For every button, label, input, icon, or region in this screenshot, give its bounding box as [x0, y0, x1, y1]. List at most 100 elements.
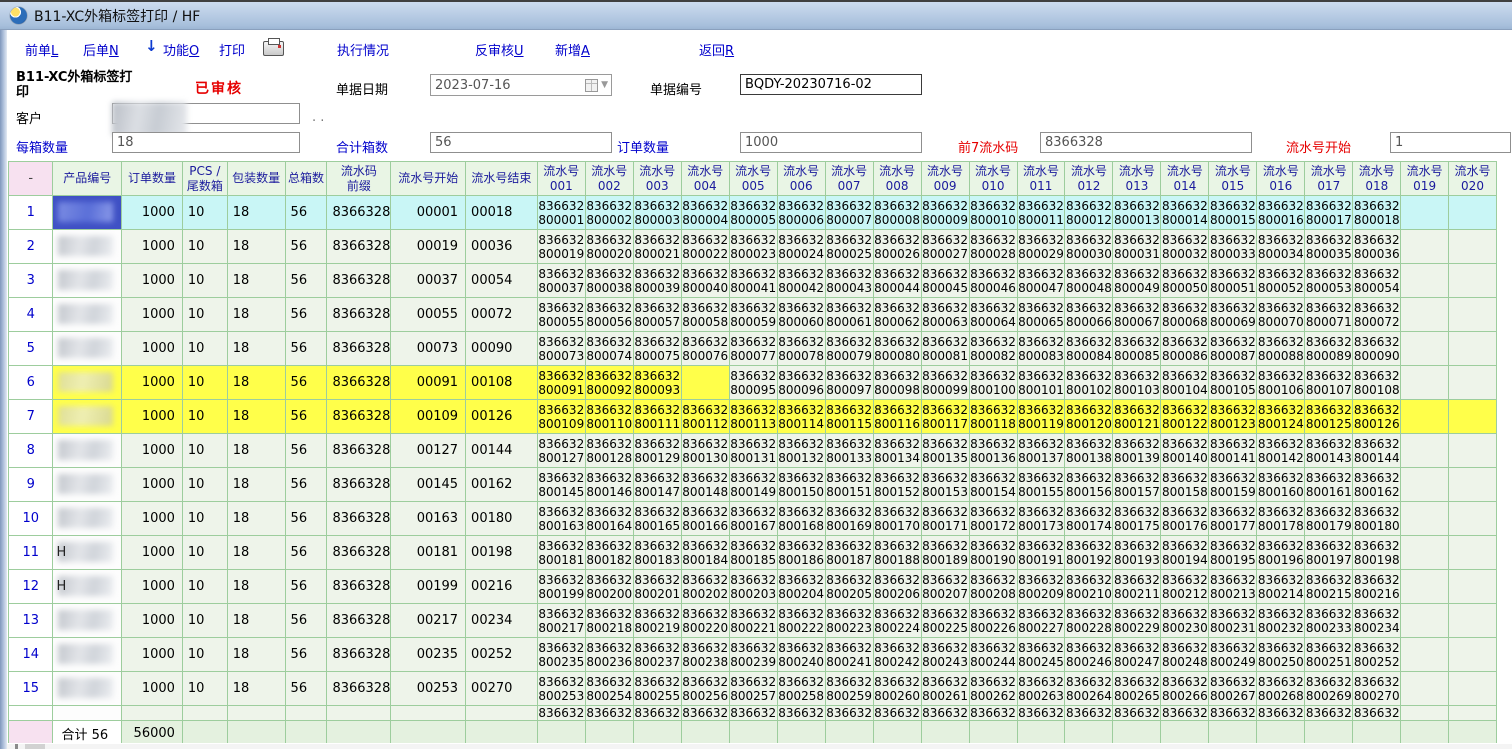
grid-cell[interactable]: 18	[227, 468, 285, 502]
serial-cell[interactable]	[1401, 400, 1449, 434]
serial-cell[interactable]: 836632800121	[1113, 400, 1161, 434]
serial-cell[interactable]: 836632800217	[537, 604, 585, 638]
serial-cell[interactable]: 836632800178	[1257, 502, 1305, 536]
serial-cell[interactable]: 836632800187	[825, 536, 873, 570]
serial-cell[interactable]: 836632800106	[1257, 366, 1305, 400]
serial-cell[interactable]: 836632800237	[633, 638, 681, 672]
serial-cell[interactable]	[1449, 332, 1497, 366]
serial-cell[interactable]: 836632800183	[633, 536, 681, 570]
serial-cell[interactable]: 836632800012	[1065, 196, 1113, 230]
serial-cell[interactable]: 836632800185	[729, 536, 777, 570]
serial-cell[interactable]: 836632800098	[873, 366, 921, 400]
grid-cell[interactable]: 00109	[391, 400, 466, 434]
serial-cell[interactable]: 836632800171	[921, 502, 969, 536]
serial-cell[interactable]: 836632800230	[1161, 604, 1209, 638]
grid-cell[interactable]	[391, 706, 466, 721]
serial-cell[interactable]: 836632800193	[1113, 536, 1161, 570]
grid-cell[interactable]: 8366328	[327, 672, 391, 706]
serial-cell[interactable]: 836632800231	[1209, 604, 1257, 638]
serial-cell[interactable]: 836632800003	[633, 196, 681, 230]
serial-cell[interactable]: 836632800011	[1017, 196, 1065, 230]
serial-cell[interactable]: 836632800139	[1113, 434, 1161, 468]
serial-cell[interactable]: 836632800144	[1353, 434, 1401, 468]
serial-cell[interactable]: 836632800126	[1353, 400, 1401, 434]
grid-cell[interactable]: 1000	[122, 400, 183, 434]
serial-cell[interactable]: 836632800140	[1161, 434, 1209, 468]
serial-cell[interactable]: 836632800118	[969, 400, 1017, 434]
grid-cell[interactable]: 10	[182, 672, 227, 706]
grid-cell[interactable]: 18	[227, 570, 285, 604]
grid-cell[interactable]: 00055	[391, 298, 466, 332]
serial-cell[interactable]: 836632800034	[1257, 230, 1305, 264]
product-code-cell[interactable]	[53, 366, 122, 400]
serial-cell[interactable]: 836632800040	[681, 264, 729, 298]
serial-cell[interactable]: 836632800228	[1065, 604, 1113, 638]
grid-cell[interactable]: 56	[285, 230, 327, 264]
horizontal-scrollbar[interactable]	[7, 744, 1512, 749]
serial-cell[interactable]: 836632800083	[1017, 332, 1065, 366]
print-button[interactable]: 打印	[219, 40, 245, 59]
grid-cell[interactable]: 8366328	[327, 332, 391, 366]
serial-cell[interactable]: 836632800007	[825, 196, 873, 230]
serial-cell[interactable]: 836632800066	[1065, 298, 1113, 332]
serial-cell[interactable]: 836632800257	[729, 672, 777, 706]
serial-cell[interactable]: 836632800051	[1209, 264, 1257, 298]
serial-cell[interactable]: 836632800097	[825, 366, 873, 400]
grid-cell[interactable]: 00019	[391, 230, 466, 264]
serial-cell[interactable]: 836632800122	[1161, 400, 1209, 434]
serial-cell[interactable]: 836632800181	[537, 536, 585, 570]
serial-cell[interactable]: 836632800017	[1305, 196, 1353, 230]
serial-cell[interactable]: 836632800024	[777, 230, 825, 264]
grid-cell[interactable]: 1000	[122, 604, 183, 638]
serial-cell[interactable]: 836632	[825, 706, 873, 721]
row-number[interactable]: 4	[9, 298, 53, 332]
serial-cell[interactable]: 836632800167	[729, 502, 777, 536]
serial-cell[interactable]: 836632800125	[1305, 400, 1353, 434]
serial-cell[interactable]: 836632800102	[1065, 366, 1113, 400]
grid-cell[interactable]: 1000	[122, 502, 183, 536]
serial-cell[interactable]: 836632800243	[921, 638, 969, 672]
docno-input[interactable]: BQDY-20230716-02	[740, 74, 922, 95]
grid-cell[interactable]	[466, 706, 538, 721]
grid-cell[interactable]: 10	[182, 502, 227, 536]
serial-cell[interactable]: 836632800084	[1065, 332, 1113, 366]
serial-cell[interactable]: 836632800058	[681, 298, 729, 332]
serial-cell[interactable]: 836632800186	[777, 536, 825, 570]
serial-cell[interactable]: 836632800195	[1209, 536, 1257, 570]
serial-cell[interactable]: 836632800037	[537, 264, 585, 298]
serial-cell[interactable]: 836632800069	[1209, 298, 1257, 332]
grid-cell[interactable]: 56	[285, 468, 327, 502]
serial-cell[interactable]	[1449, 230, 1497, 264]
grid-cell[interactable]: 1000	[122, 570, 183, 604]
serial-cell[interactable]: 836632800133	[825, 434, 873, 468]
serial-cell[interactable]: 836632800207	[921, 570, 969, 604]
serial-cell[interactable]: 836632	[873, 706, 921, 721]
row-number[interactable]: 3	[9, 264, 53, 298]
serial-cell[interactable]: 836632800052	[1257, 264, 1305, 298]
serial-cell[interactable]: 836632800061	[825, 298, 873, 332]
serial-cell[interactable]: 836632800110	[585, 400, 633, 434]
serial-cell[interactable]: 836632800267	[1209, 672, 1257, 706]
product-code-cell[interactable]: H	[53, 570, 122, 604]
grid-cell[interactable]: 00054	[466, 264, 538, 298]
serial-cell[interactable]	[681, 366, 729, 400]
grid-cell[interactable]: 56	[285, 264, 327, 298]
serial-cell[interactable]: 836632800252	[1353, 638, 1401, 672]
serial-cell[interactable]: 836632800205	[825, 570, 873, 604]
serial-cell[interactable]: 836632800158	[1161, 468, 1209, 502]
serial-cell[interactable]: 836632800093	[633, 366, 681, 400]
grid-cell[interactable]: 00073	[391, 332, 466, 366]
total-boxes-input[interactable]: 56	[430, 132, 612, 153]
serial-cell[interactable]: 836632800169	[825, 502, 873, 536]
grid-cell[interactable]: 10	[182, 332, 227, 366]
grid-cell[interactable]	[182, 706, 227, 721]
serial-start-input[interactable]: 1	[1390, 132, 1511, 153]
serial-cell[interactable]	[1449, 706, 1497, 721]
serial-cell[interactable]: 836632800004	[681, 196, 729, 230]
grid-cell[interactable]: 8366328	[327, 604, 391, 638]
grid-cell[interactable]: 10	[182, 400, 227, 434]
serial-cell[interactable]: 836632800018	[1353, 196, 1401, 230]
serial-cell[interactable]: 836632800174	[1065, 502, 1113, 536]
reverse-audit-button[interactable]: 反审核U	[475, 40, 524, 59]
serial-cell[interactable]: 836632800090	[1353, 332, 1401, 366]
